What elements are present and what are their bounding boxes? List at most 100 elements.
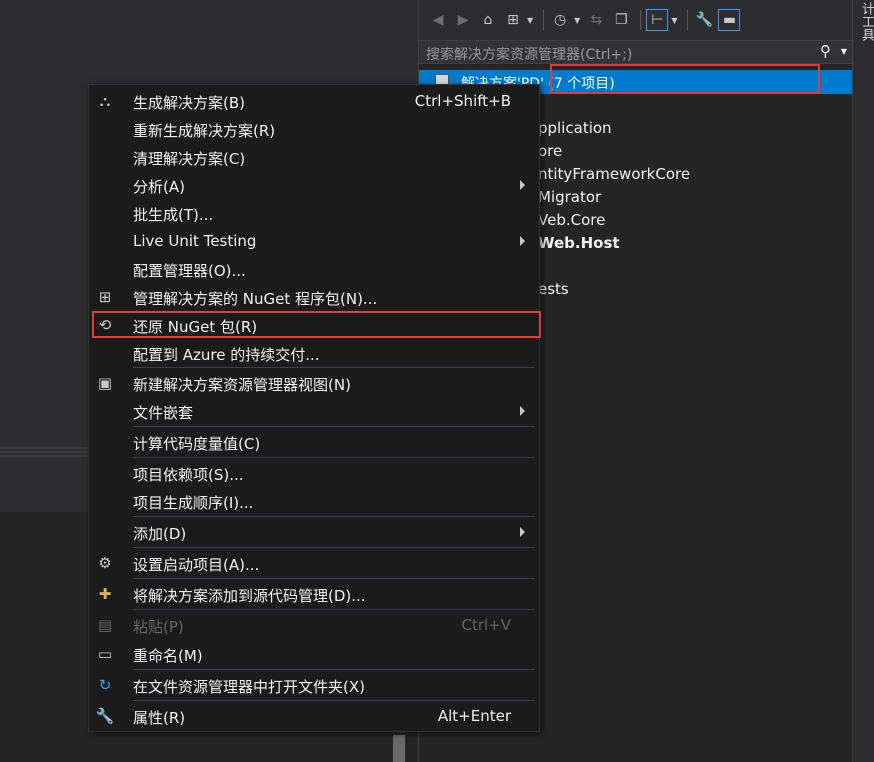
tree-item-core[interactable]: ore: [538, 142, 562, 160]
rename-icon: ▭: [97, 645, 113, 663]
menu-item-shortcut: Alt+Enter: [437, 707, 511, 725]
menu-item-label: 属性(R): [133, 709, 186, 727]
submenu-arrow-icon: [520, 236, 525, 246]
menu-item-batch-build[interactable]: 批生成(T)...: [89, 199, 539, 227]
highlight-box: [92, 311, 541, 338]
preview-icon[interactable]: ▬: [718, 9, 741, 31]
menu-item-set-startup[interactable]: ⚙ 设置启动项目(A)...: [89, 549, 539, 577]
menu-item-analyze[interactable]: 分析(A): [89, 171, 539, 199]
menu-item-add-to-source-control[interactable]: ✚ 将解决方案添加到源代码管理(D)...: [89, 580, 539, 608]
menu-separator: [133, 609, 535, 610]
menu-separator: [133, 700, 535, 701]
menu-item-add[interactable]: 添加(D): [89, 518, 539, 546]
toolbar-separator: [543, 10, 545, 30]
chevron-down-icon[interactable]: ▼: [671, 16, 677, 25]
menu-item-shortcut: Ctrl+V: [461, 616, 511, 634]
menu-item-label: 生成解决方案(B): [133, 94, 245, 112]
pending-changes-filter-icon[interactable]: ◷: [549, 9, 571, 31]
menu-item-build-solution[interactable]: ⛬ 生成解决方案(B) Ctrl+Shift+B: [89, 87, 539, 115]
forward-icon[interactable]: ▶: [452, 9, 474, 31]
wrench-icon[interactable]: 🔧: [693, 9, 715, 31]
menu-item-label: 在文件资源管理器中打开文件夹(X): [133, 678, 365, 696]
tree-item-migrator[interactable]: Migrator: [538, 188, 601, 206]
solution-explorer-toolbar: ◀ ▶ ⌂ ⊞ ▼ ◷ ▼ ⇆ ❐ ⊢ ▼ 🔧 ▬: [419, 0, 853, 40]
menu-item-azure-delivery[interactable]: 配置到 Azure 的持续交付...: [89, 339, 539, 367]
chevron-down-icon[interactable]: ▼: [841, 47, 847, 56]
menu-item-label: 添加(D): [133, 525, 187, 543]
menu-item-live-unit-testing[interactable]: Live Unit Testing: [89, 227, 539, 255]
tree-item-application[interactable]: pplication: [538, 119, 612, 137]
menu-item-label: 清理解决方案(C): [133, 150, 246, 168]
chevron-down-icon[interactable]: ▼: [527, 16, 533, 25]
tree-item-web-host[interactable]: Web.Host: [538, 234, 620, 252]
side-tab-label: 计工具: [859, 2, 874, 41]
menu-item-build-order[interactable]: 项目生成顺序(I)...: [89, 487, 539, 515]
menu-separator: [133, 516, 535, 517]
tree-item-web-core[interactable]: Veb.Core: [538, 211, 605, 229]
submenu-arrow-icon: [520, 180, 525, 190]
menu-item-code-metrics[interactable]: 计算代码度量值(C): [89, 428, 539, 456]
new-view-icon: ▣: [97, 374, 113, 392]
collapse-all-icon[interactable]: ❐: [610, 9, 632, 31]
menu-item-project-dependencies[interactable]: 项目依赖项(S)...: [89, 459, 539, 487]
menu-item-configuration-manager[interactable]: 配置管理器(O)...: [89, 255, 539, 283]
menu-separator: [133, 669, 535, 670]
context-menu: ⛬ 生成解决方案(B) Ctrl+Shift+B 重新生成解决方案(R) 清理解…: [88, 84, 540, 732]
menu-item-manage-nuget[interactable]: ⊞ 管理解决方案的 NuGet 程序包(N)...: [89, 283, 539, 311]
menu-separator: [133, 426, 535, 427]
menu-separator: [133, 367, 535, 368]
menu-item-shortcut: Ctrl+Shift+B: [414, 92, 511, 110]
tree-item-entityframeworkcore[interactable]: ntityFrameworkCore: [538, 165, 690, 183]
menu-item-label: 重命名(M): [133, 647, 203, 665]
menu-item-label: 粘贴(P): [133, 618, 184, 636]
menu-item-label: 设置启动项目(A)...: [133, 556, 260, 574]
menu-item-paste[interactable]: ▤ 粘贴(P) Ctrl+V: [89, 611, 539, 639]
back-icon[interactable]: ◀: [427, 9, 449, 31]
tree-item-tests[interactable]: ests: [538, 280, 569, 298]
menu-item-label: 项目生成顺序(I)...: [133, 494, 254, 512]
open-folder-icon: ↻: [98, 676, 112, 694]
chevron-down-icon[interactable]: ▼: [574, 16, 580, 25]
menu-item-new-explorer-view[interactable]: ▣ 新建解决方案资源管理器视图(N): [89, 369, 539, 397]
menu-item-label: 文件嵌套: [133, 404, 194, 422]
menu-separator: [133, 578, 535, 579]
menu-item-label: 将解决方案添加到源代码管理(D)...: [133, 587, 366, 605]
submenu-arrow-icon: [520, 406, 525, 416]
toolbar-separator: [687, 10, 689, 30]
paste-icon: ▤: [97, 616, 113, 634]
menu-item-label: 新建解决方案资源管理器视图(N): [133, 376, 351, 394]
build-icon: ⛬: [99, 92, 111, 110]
menu-item-rename[interactable]: ▭ 重命名(M): [89, 640, 539, 668]
side-tab[interactable]: 计工具: [852, 0, 874, 762]
sync-icon[interactable]: ⇆: [585, 9, 607, 31]
menu-item-clean-solution[interactable]: 清理解决方案(C): [89, 143, 539, 171]
source-control-icon: ✚: [98, 585, 112, 603]
menu-item-label: 项目依赖项(S)...: [133, 466, 244, 484]
menu-item-label: 批生成(T)...: [133, 206, 214, 224]
menu-item-rebuild-solution[interactable]: 重新生成解决方案(R): [89, 115, 539, 143]
submenu-arrow-icon: [520, 527, 525, 537]
scrollbar-thumb[interactable]: [393, 735, 405, 762]
nuget-package-icon: ⊞: [98, 288, 112, 306]
toolbar-separator: [640, 10, 642, 30]
switch-views-icon[interactable]: ⊞: [502, 9, 524, 31]
search-box[interactable]: 搜索解决方案资源管理器(Ctrl+;) ⚲ ▼: [419, 40, 853, 64]
menu-item-label: 重新生成解决方案(R): [133, 122, 276, 140]
menu-item-open-folder[interactable]: ↻ 在文件资源管理器中打开文件夹(X): [89, 671, 539, 699]
menu-item-properties[interactable]: 🔧 属性(R) Alt+Enter: [89, 702, 539, 730]
highlight-box: [550, 64, 820, 94]
menu-item-label: 配置到 Azure 的持续交付...: [133, 346, 320, 364]
home-icon[interactable]: ⌂: [477, 9, 499, 31]
search-input[interactable]: 搜索解决方案资源管理器(Ctrl+;): [426, 44, 632, 64]
menu-item-label: 管理解决方案的 NuGet 程序包(N)...: [133, 290, 378, 308]
menu-item-file-nesting[interactable]: 文件嵌套: [89, 397, 539, 425]
wrench-icon: 🔧: [95, 707, 115, 725]
menu-item-label: 分析(A): [133, 178, 185, 196]
show-all-files-icon[interactable]: ⊢: [646, 9, 669, 31]
menu-item-label: 计算代码度量值(C): [133, 435, 261, 453]
menu-item-label: Live Unit Testing: [133, 232, 257, 250]
search-icon[interactable]: ⚲: [820, 42, 831, 60]
menu-separator: [133, 457, 535, 458]
menu-item-label: 配置管理器(O)...: [133, 262, 246, 280]
menu-separator: [133, 547, 535, 548]
